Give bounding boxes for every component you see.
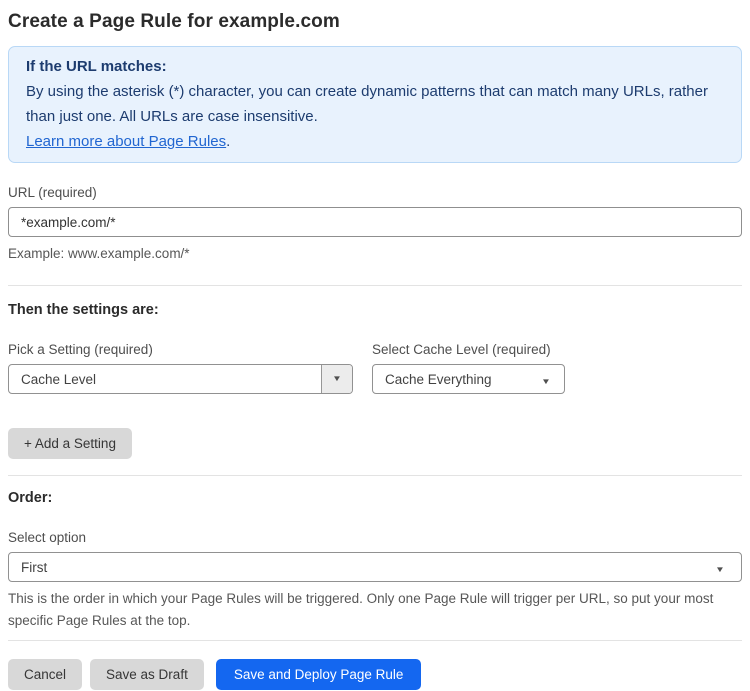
url-match-info-box: If the URL matches: By using the asteris… <box>8 46 742 163</box>
url-input[interactable] <box>8 207 742 237</box>
section-divider <box>8 475 742 476</box>
link-period: . <box>226 133 231 150</box>
cache-level-select[interactable]: Cache Everything ▼ <box>372 364 565 394</box>
create-page-rule-form: Create a Page Rule for example.com If th… <box>0 11 750 690</box>
url-label: URL (required) <box>8 185 97 200</box>
section-divider <box>8 640 742 641</box>
url-example-helper: Example: www.example.com/* <box>8 246 190 261</box>
cache-level-value: Cache Everything <box>385 371 492 387</box>
dropdown-arrow-glyph: ▼ <box>332 374 342 383</box>
cache-level-column: Select Cache Level (required) Cache Ever… <box>372 320 565 394</box>
order-select-label: Select option <box>8 530 87 545</box>
dropdown-arrow-glyph: ▼ <box>715 564 725 574</box>
pick-setting-label: Pick a Setting (required) <box>8 342 153 357</box>
dropdown-arrow-glyph: ▼ <box>541 376 551 386</box>
pick-setting-select[interactable]: Cache Level ▼ <box>8 364 353 394</box>
form-actions: Cancel Save as Draft Save and Deploy Pag… <box>8 659 742 690</box>
learn-more-link[interactable]: Learn more about Page Rules <box>26 133 226 150</box>
order-section-heading: Order: <box>8 490 53 506</box>
save-and-deploy-button[interactable]: Save and Deploy Page Rule <box>215 659 422 690</box>
settings-selects-row: Pick a Setting (required) Cache Level ▼ … <box>8 320 742 394</box>
cancel-button[interactable]: Cancel <box>8 659 83 690</box>
order-select-value: First <box>21 559 48 575</box>
info-link-line: Learn more about Page Rules. <box>26 129 724 154</box>
save-as-draft-button[interactable]: Save as Draft <box>90 659 204 690</box>
chevron-down-icon: ▼ <box>541 372 564 387</box>
settings-section-heading: Then the settings are: <box>8 302 159 318</box>
chevron-down-icon: ▼ <box>321 365 352 393</box>
page-title: Create a Page Rule for example.com <box>8 11 340 32</box>
cache-level-label: Select Cache Level (required) <box>372 342 551 357</box>
info-box-body: By using the asterisk (*) character, you… <box>26 83 708 125</box>
info-box-heading: If the URL matches: <box>26 58 167 75</box>
order-helper-text: This is the order in which your Page Rul… <box>8 591 714 628</box>
section-divider <box>8 285 742 286</box>
chevron-down-icon: ▼ <box>715 560 741 575</box>
pick-setting-column: Pick a Setting (required) Cache Level ▼ <box>8 320 353 394</box>
pick-setting-value: Cache Level <box>21 371 97 387</box>
order-select[interactable]: First ▼ <box>8 552 742 582</box>
add-setting-button[interactable]: + Add a Setting <box>8 428 132 459</box>
